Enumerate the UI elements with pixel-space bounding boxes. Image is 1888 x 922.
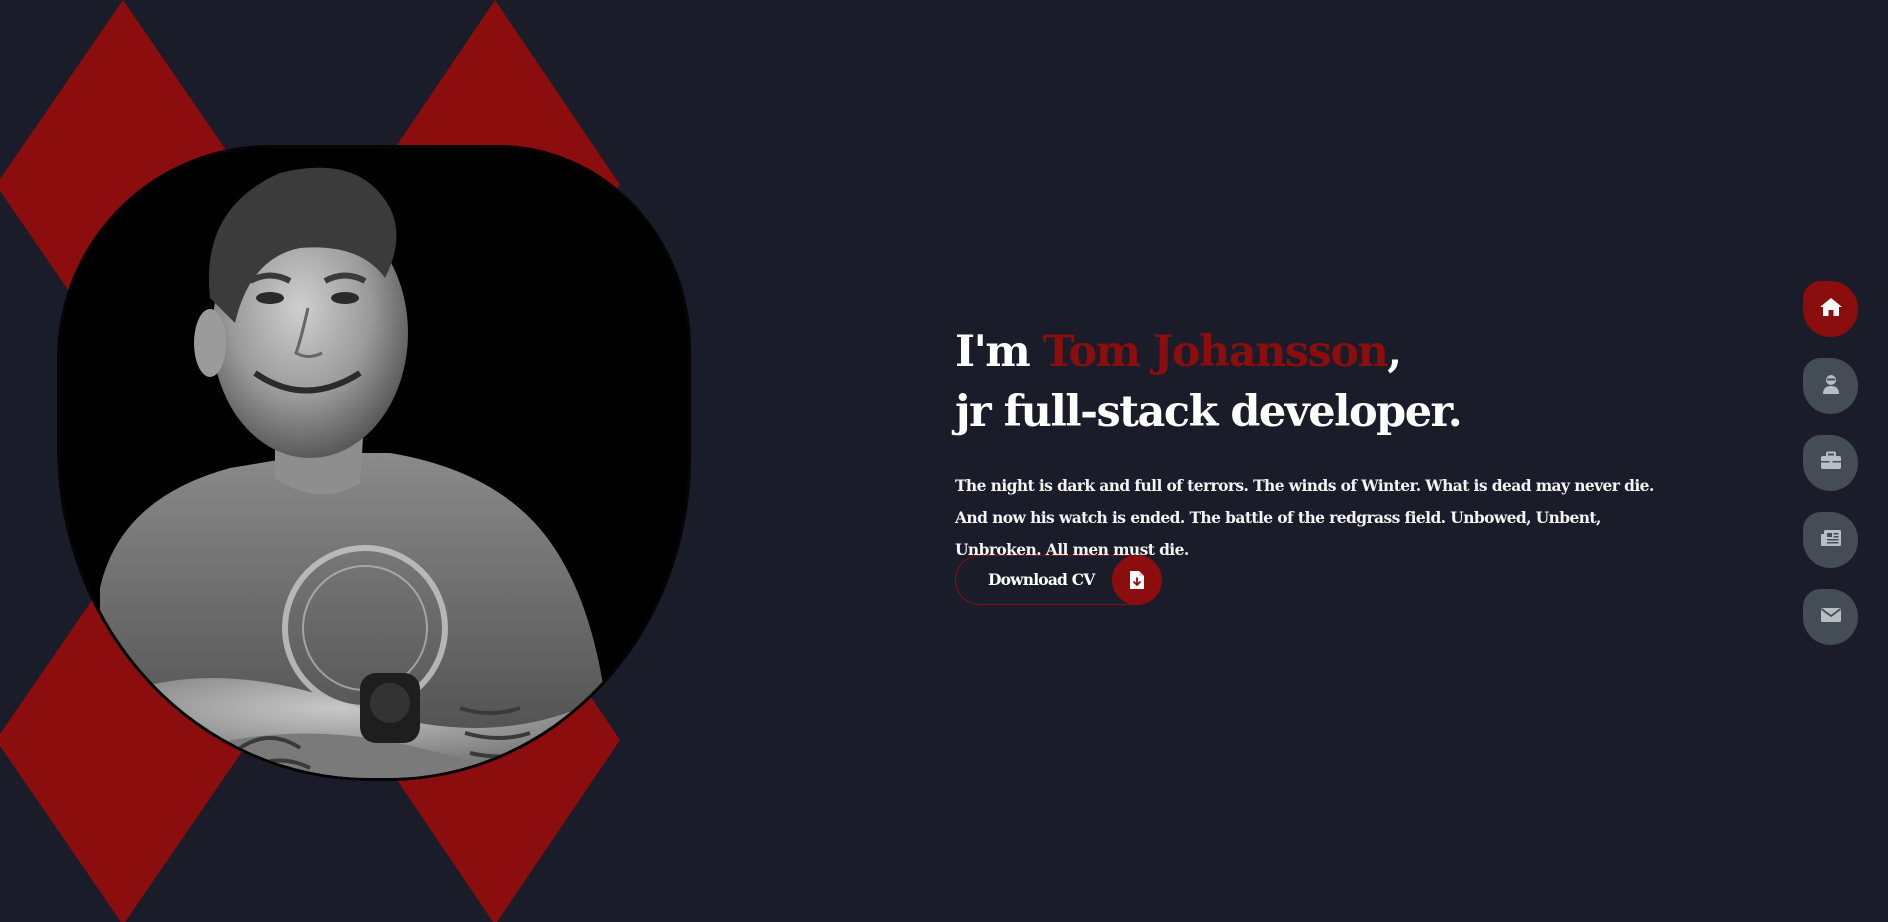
role-text: jr full-stack developer. [955, 387, 1463, 437]
nav-blog-button[interactable] [1803, 512, 1858, 568]
hero-description: The night is dark and full of terrors. T… [955, 476, 1654, 559]
hero-heading: I'm Tom Johansson, jr full-stack develope… [955, 322, 1655, 442]
home-icon [1819, 296, 1843, 322]
download-cv-button[interactable]: Download CV [955, 554, 1162, 605]
envelope-icon [1820, 607, 1842, 627]
user-icon [1821, 373, 1841, 399]
greeting-text: I'm [955, 327, 1043, 377]
name-highlight: Tom Johansson [1042, 327, 1389, 377]
download-cv-label: Download CV [988, 570, 1095, 589]
nav-home-button[interactable] [1803, 281, 1858, 337]
profile-photo [60, 148, 688, 778]
portrait-illustration [60, 148, 688, 778]
newspaper-icon [1820, 529, 1842, 551]
heading-comma: , [1387, 327, 1402, 377]
hero-section: I'm Tom Johansson, jr full-stack develope… [955, 322, 1655, 566]
briefcase-icon [1820, 451, 1842, 475]
file-download-icon [1111, 554, 1162, 605]
page: I'm Tom Johansson, jr full-stack develope… [0, 0, 1888, 922]
nav-portfolio-button[interactable] [1803, 435, 1858, 491]
nav-contact-button[interactable] [1803, 589, 1858, 645]
nav-about-button[interactable] [1803, 358, 1858, 414]
